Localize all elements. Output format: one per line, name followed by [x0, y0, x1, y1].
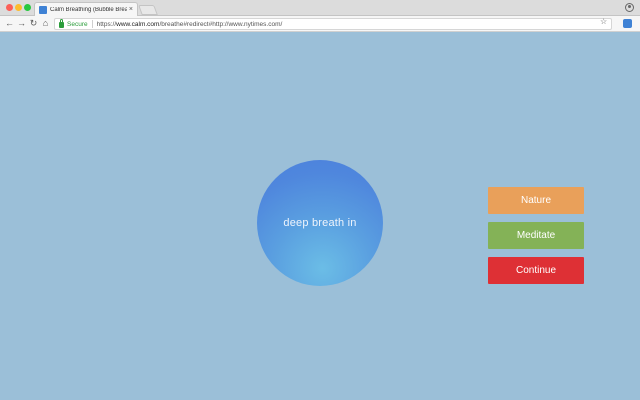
lock-icon — [59, 19, 64, 28]
profile-icon[interactable] — [625, 3, 634, 12]
nature-button[interactable]: Nature — [488, 187, 584, 214]
address-bar[interactable]: Secure https://www.calm.com/breathe#redi… — [54, 18, 612, 30]
calm-breathe-page: deep breath in Nature Meditate Continue — [0, 33, 640, 400]
secure-label: Secure — [67, 20, 88, 28]
calm-favicon-icon — [39, 5, 47, 14]
extension-icon[interactable] — [623, 19, 632, 28]
browser-toolbar: ← → ↻ ⌂ Secure https://www.calm.com/brea… — [0, 16, 640, 32]
tab-strip: Calm Breathing (Bubble Breat × — [0, 0, 640, 16]
back-arrow-icon[interactable]: ← — [4, 18, 15, 29]
tab-title: Calm Breathing (Bubble Breat — [50, 6, 127, 13]
continue-button[interactable]: Continue — [488, 257, 584, 284]
url-scheme: https:// — [96, 20, 117, 28]
maximize-window-button[interactable] — [24, 4, 31, 11]
close-window-button[interactable] — [6, 4, 13, 11]
url-host: www.calm.com — [116, 20, 160, 28]
new-tab-button[interactable] — [138, 5, 158, 15]
forward-arrow-icon[interactable]: → — [16, 18, 27, 29]
url-path: /breathe#redirect#http://www.nytimes.com… — [159, 20, 283, 28]
url-text: https://www.calm.com/breathe#redirect#ht… — [97, 21, 283, 28]
breath-instruction: deep breath in — [283, 217, 357, 229]
tab-close-icon[interactable]: × — [129, 6, 133, 13]
minimize-window-button[interactable] — [15, 4, 22, 11]
browser-tab[interactable]: Calm Breathing (Bubble Breat × — [34, 2, 138, 16]
bookmark-star-icon[interactable]: ☆ — [600, 17, 607, 27]
url-separator — [91, 20, 93, 28]
home-icon[interactable]: ⌂ — [40, 18, 51, 29]
breathing-bubble: deep breath in — [257, 160, 383, 286]
meditate-button[interactable]: Meditate — [488, 222, 584, 249]
reload-icon[interactable]: ↻ — [28, 18, 39, 29]
